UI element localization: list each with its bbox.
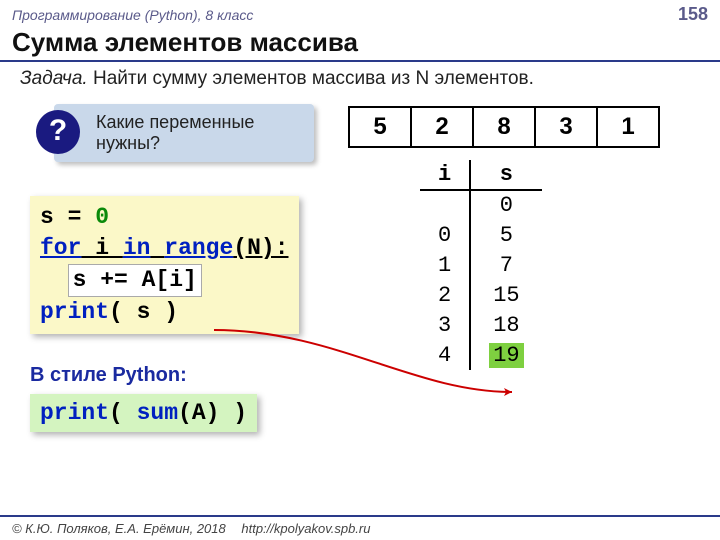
array-cell: 1: [597, 107, 659, 147]
task-block: Задача. Найти сумму элементов массива из…: [0, 62, 720, 96]
python-style-label: В стиле Python:: [30, 364, 187, 387]
footer-link[interactable]: http://kpolyakov.spb.ru: [241, 521, 370, 536]
question-mark-icon: ?: [36, 110, 80, 154]
content-area: ? Какие переменные нужны? 5 2 8 3 1 s = …: [0, 96, 720, 486]
task-text: Найти сумму элементов массива из N элеме…: [93, 68, 534, 89]
copyright-text: © К.Ю. Поляков, Е.А. Ерёмин, 2018: [12, 521, 226, 536]
code-highlight: s += A[i]: [68, 264, 202, 297]
array-cell: 8: [473, 107, 535, 147]
array-cell: 5: [349, 107, 411, 147]
array-cell: 3: [535, 107, 597, 147]
result-highlight: 19: [489, 343, 523, 368]
array-cell: 2: [411, 107, 473, 147]
trace-table: i s 0 05 17 215 318 419: [420, 160, 542, 370]
question-callout: ? Какие переменные нужны?: [54, 104, 314, 162]
trace-header: s: [470, 160, 541, 190]
slide-header: Программирование (Python), 8 класс 158: [0, 0, 720, 27]
slide-footer: © К.Ю. Поляков, Е.А. Ерёмин, 2018 http:/…: [0, 515, 720, 540]
array-table: 5 2 8 3 1: [348, 106, 660, 148]
code-block-main: s = 0 for i in range(N): s += A[i] print…: [30, 196, 299, 334]
callout-text: Какие переменные нужны?: [96, 112, 254, 153]
page-number: 158: [678, 4, 708, 25]
task-label: Задача.: [20, 68, 88, 89]
code-block-pythonic: print( sum(A) ): [30, 394, 257, 432]
slide-title: Сумма элементов массива: [0, 27, 720, 62]
trace-header: i: [420, 160, 470, 190]
subject-text: Программирование (Python), 8 класс: [12, 7, 253, 23]
